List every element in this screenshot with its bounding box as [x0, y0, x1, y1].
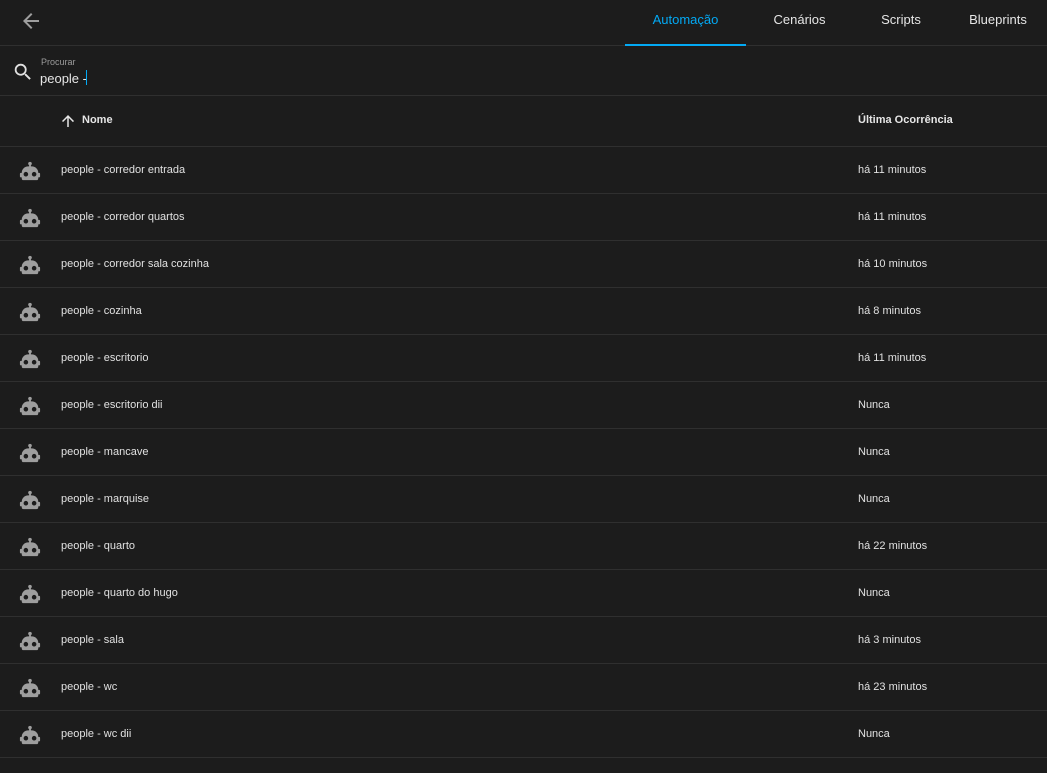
robot-icon [19, 395, 41, 417]
tab-scripts[interactable]: Scripts [853, 0, 949, 45]
table-row[interactable]: people - quarto do hugo Nunca [0, 570, 1047, 617]
last-triggered: há 11 minutos [858, 352, 927, 364]
tab-bar: Automação Cenários Scripts Blueprints [625, 0, 1047, 46]
automation-name: people - escritorio [61, 352, 149, 364]
last-triggered: Nunca [858, 728, 890, 740]
table-row[interactable]: people - escritorio há 11 minutos [0, 335, 1047, 382]
robot-icon [19, 254, 41, 276]
table-row[interactable]: people - escritorio dii Nunca [0, 382, 1047, 429]
column-header-name[interactable]: Nome [82, 114, 113, 126]
automation-name: people - wc dii [61, 728, 132, 740]
last-triggered: Nunca [858, 446, 890, 458]
column-header-last-triggered[interactable]: Última Ocorrência [858, 114, 953, 126]
automation-name: people - corredor quartos [61, 211, 185, 223]
automation-name: people - corredor sala cozinha [61, 258, 209, 270]
robot-icon [19, 301, 41, 323]
last-triggered: há 22 minutos [858, 540, 928, 552]
table-row[interactable]: people - sala há 3 minutos [0, 617, 1047, 664]
table-row[interactable]: people - corredor entrada há 11 minutos [0, 147, 1047, 194]
text-cursor [86, 70, 87, 85]
last-triggered: Nunca [858, 493, 890, 505]
table-row[interactable]: people - mancave Nunca [0, 429, 1047, 476]
last-triggered: Nunca [858, 587, 890, 599]
automation-name: people - quarto [61, 540, 135, 552]
search-bar: Procurar [0, 46, 1047, 96]
automation-name: people - corredor entrada [61, 164, 186, 176]
table-row[interactable]: people - wc dii Nunca [0, 711, 1047, 758]
automation-name: people - quarto do hugo [61, 587, 178, 599]
search-field-label: Procurar [41, 57, 76, 67]
last-triggered: há 10 minutos [858, 258, 928, 270]
last-triggered: há 11 minutos [858, 164, 927, 176]
arrow-left-icon [19, 9, 43, 33]
table-row[interactable]: people - marquise Nunca [0, 476, 1047, 523]
arrow-up-icon[interactable] [59, 112, 77, 130]
robot-icon [19, 630, 41, 652]
robot-icon [19, 160, 41, 182]
top-app-bar: Automação Cenários Scripts Blueprints [0, 0, 1047, 46]
table-row[interactable]: people - cozinha há 8 minutos [0, 288, 1047, 335]
last-triggered: há 8 minutos [858, 305, 921, 317]
table-row[interactable]: people - quarto há 22 minutos [0, 523, 1047, 570]
back-button[interactable] [19, 9, 43, 33]
tab-automacao[interactable]: Automação [625, 0, 746, 46]
tab-blueprints[interactable]: Blueprints [949, 0, 1047, 45]
automation-name: people - marquise [61, 493, 150, 505]
robot-icon [19, 583, 41, 605]
automation-name: people - escritorio dii [61, 399, 163, 411]
robot-icon [19, 677, 41, 699]
automation-list: people - corredor entrada há 11 minutos pe… [0, 147, 1047, 758]
robot-icon [19, 348, 41, 370]
table-row[interactable]: people - wc há 23 minutos [0, 664, 1047, 711]
table-row[interactable]: people - corredor quartos há 11 minutos [0, 194, 1047, 241]
magnify-icon [12, 61, 34, 83]
tab-cenarios[interactable]: Cenários [746, 0, 853, 45]
robot-icon [19, 536, 41, 558]
search-input[interactable] [40, 69, 640, 87]
last-triggered: há 3 minutos [858, 634, 921, 646]
last-triggered: Nunca [858, 399, 890, 411]
automation-name: people - cozinha [61, 305, 142, 317]
table-row[interactable]: people - corredor sala cozinha há 10 minu… [0, 241, 1047, 288]
robot-icon [19, 489, 41, 511]
last-triggered: há 11 minutos [858, 211, 927, 223]
robot-icon [19, 724, 41, 746]
automation-name: people - wc [61, 681, 118, 693]
robot-icon [19, 442, 41, 464]
automation-name: people - mancave [61, 446, 149, 458]
robot-icon [19, 207, 41, 229]
automation-name: people - sala [61, 634, 124, 646]
table-header: Nome Última Ocorrência [0, 96, 1047, 147]
last-triggered: há 23 minutos [858, 681, 928, 693]
